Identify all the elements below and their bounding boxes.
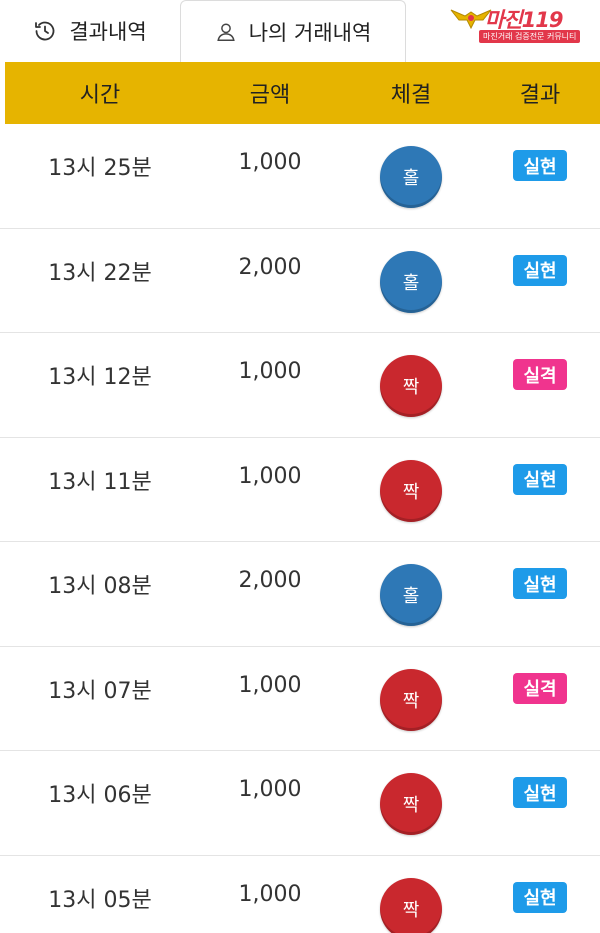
table-row: 13시 22분 2,000 홀 실현 xyxy=(0,229,600,333)
user-icon xyxy=(215,21,237,43)
table-header: 시간 금액 체결 결과 xyxy=(5,62,600,124)
row-time: 13시 08분 xyxy=(48,574,152,599)
table-row: 13시 05분 1,000 짝 실현 xyxy=(0,856,600,933)
brand-tagline: 마진거래 검증전문 커뮤니티 xyxy=(479,30,581,43)
header-execution: 체결 xyxy=(390,83,432,108)
result-badge: 실격 xyxy=(513,359,567,390)
table-row: 13시 12분 1,000 짝 실격 xyxy=(0,333,600,438)
row-amount: 1,000 xyxy=(238,777,302,802)
result-badge: 실현 xyxy=(513,777,567,808)
result-badge: 실현 xyxy=(513,254,567,286)
result-badge: 실현 xyxy=(513,568,567,599)
row-time: 13시 22분 xyxy=(48,260,152,286)
row-time: 13시 12분 xyxy=(48,365,152,390)
row-amount: 1,000 xyxy=(238,359,302,384)
row-time: 13시 11분 xyxy=(48,469,152,495)
result-badge: 실격 xyxy=(513,672,567,704)
header-result: 결과 xyxy=(519,83,561,108)
table-row: 13시 11분 1,000 짝 실현 xyxy=(0,438,600,542)
row-time: 13시 05분 xyxy=(48,887,152,913)
pick-chip: 짝 xyxy=(380,773,442,835)
row-amount: 2,000 xyxy=(238,568,302,593)
pick-chip: 홀 xyxy=(380,564,442,626)
result-badge: 실현 xyxy=(513,881,567,913)
table-row: 13시 06분 1,000 짝 실현 xyxy=(0,751,600,856)
row-amount: 1,000 xyxy=(238,150,302,175)
pick-chip: 짝 xyxy=(380,877,442,933)
header-amount: 금액 xyxy=(249,83,291,108)
tab-bar: 결과내역 나의 거래내역 마진119 마진거래 검증전문 커뮤니티 xyxy=(0,0,600,63)
tab-result-history[interactable]: 결과내역 xyxy=(0,0,180,62)
row-time: 13시 25분 xyxy=(48,156,152,181)
result-badge: 실현 xyxy=(513,463,567,495)
table-row: 13시 07분 1,000 짝 실격 xyxy=(0,647,600,751)
brand-logo: 마진119 마진거래 검증전문 커뮤니티 xyxy=(449,4,595,44)
row-amount: 2,000 xyxy=(238,254,302,280)
table-row: 13시 08분 2,000 홀 실현 xyxy=(0,542,600,647)
pick-chip: 짝 xyxy=(380,668,442,731)
row-time: 13시 06분 xyxy=(48,783,152,808)
row-amount: 1,000 xyxy=(238,463,302,489)
tab-my-trades[interactable]: 나의 거래내역 xyxy=(180,0,406,63)
tab-result-history-label: 결과내역 xyxy=(69,20,147,44)
result-badge: 실현 xyxy=(513,150,567,181)
pick-chip: 홀 xyxy=(380,146,442,208)
tab-my-trades-label: 나의 거래내역 xyxy=(248,21,372,45)
pick-chip: 짝 xyxy=(380,355,442,417)
pick-chip: 홀 xyxy=(380,250,442,313)
row-time: 13시 07분 xyxy=(48,678,152,704)
table-row: 13시 25분 1,000 홀 실현 xyxy=(0,124,600,229)
row-amount: 1,000 xyxy=(238,672,302,698)
pick-chip: 짝 xyxy=(380,459,442,522)
trade-list: 13시 25분 1,000 홀 실현 13시 22분 2,000 홀 실현 13시 12분 1,0… xyxy=(0,124,600,933)
header-time: 시간 xyxy=(79,83,121,108)
row-amount: 1,000 xyxy=(238,881,302,907)
history-icon xyxy=(33,19,57,43)
